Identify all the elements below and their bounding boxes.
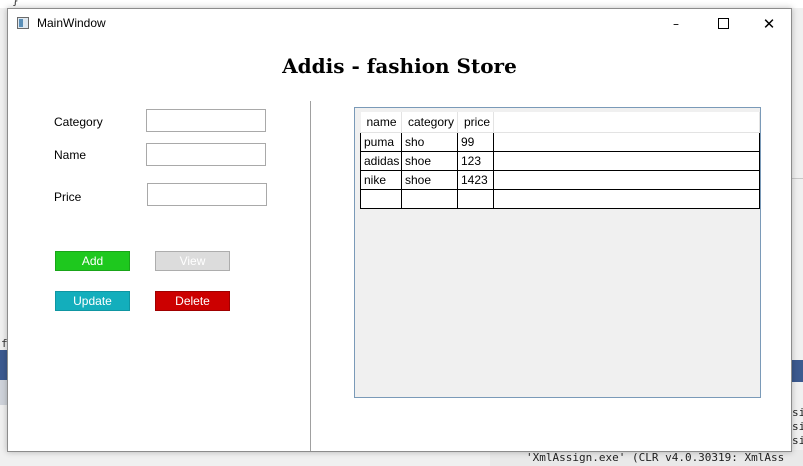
background-right-text: si bbox=[792, 420, 803, 433]
price-label: Price bbox=[54, 190, 82, 204]
table-row[interactable]: nike shoe 1423 bbox=[360, 169, 760, 190]
price-field[interactable] bbox=[147, 183, 267, 206]
minimize-button[interactable]: – bbox=[653, 9, 699, 39]
cell-price[interactable]: 99 bbox=[457, 131, 494, 152]
view-button[interactable]: View bbox=[155, 251, 230, 271]
cell-filler bbox=[493, 188, 760, 209]
cell-filler bbox=[493, 150, 760, 171]
cell-name[interactable] bbox=[360, 188, 402, 209]
cell-category[interactable] bbox=[401, 188, 458, 209]
close-icon: ✕ bbox=[762, 15, 776, 33]
cell-category[interactable]: sho bbox=[401, 131, 458, 152]
cell-category[interactable]: shoe bbox=[401, 150, 458, 171]
table-row[interactable]: adidas shoe 123 bbox=[360, 150, 760, 171]
cell-price[interactable]: 123 bbox=[457, 150, 494, 171]
output-text: 'XmlAssign.exe' (CLR v4.0.30319: XmlAss bbox=[526, 451, 785, 464]
name-label: Name bbox=[54, 148, 87, 162]
panel-divider bbox=[310, 101, 311, 451]
cell-name[interactable]: adidas bbox=[360, 150, 402, 171]
cell-name[interactable]: puma bbox=[360, 131, 402, 152]
cell-filler bbox=[493, 169, 760, 190]
title-bar[interactable]: MainWindow – ✕ bbox=[8, 9, 791, 39]
maximize-icon bbox=[717, 18, 729, 29]
column-header-name[interactable]: name bbox=[360, 112, 402, 133]
table-new-row[interactable] bbox=[360, 188, 760, 209]
delete-button[interactable]: Delete bbox=[155, 291, 230, 311]
cell-price[interactable] bbox=[457, 188, 494, 209]
background-right-text: si bbox=[792, 406, 803, 419]
window-title: MainWindow bbox=[37, 16, 106, 30]
background-output-line: 'XmlAssign.exe' (CLR v4.0.30319: XmlAss bbox=[490, 450, 803, 466]
column-header-filler bbox=[493, 112, 760, 133]
products-table: name category price puma sho 99 adidas s… bbox=[360, 112, 760, 209]
category-label: Category bbox=[54, 115, 103, 129]
close-button[interactable]: ✕ bbox=[746, 9, 792, 39]
app-icon bbox=[17, 17, 29, 29]
add-button[interactable]: Add bbox=[55, 251, 130, 271]
main-window: MainWindow – ✕ Addis - fashion Store Cat… bbox=[7, 8, 792, 452]
minimize-icon: – bbox=[673, 17, 679, 31]
background-editor-strip bbox=[0, 0, 803, 8]
background-right-text: si bbox=[792, 434, 803, 447]
name-field[interactable] bbox=[146, 143, 266, 166]
page-title: Addis - fashion Store bbox=[282, 54, 517, 78]
cell-price[interactable]: 1423 bbox=[457, 169, 494, 190]
category-field[interactable] bbox=[146, 109, 266, 132]
update-button[interactable]: Update bbox=[55, 291, 130, 311]
products-data-grid[interactable]: name category price puma sho 99 adidas s… bbox=[354, 107, 761, 398]
cell-filler bbox=[493, 131, 760, 152]
column-header-price[interactable]: price bbox=[457, 112, 494, 133]
column-header-category[interactable]: category bbox=[401, 112, 458, 133]
cell-name[interactable]: nike bbox=[360, 169, 402, 190]
background-brace: } bbox=[12, 0, 19, 7]
table-row[interactable]: puma sho 99 bbox=[360, 131, 760, 152]
maximize-button[interactable] bbox=[700, 9, 746, 39]
cell-category[interactable]: shoe bbox=[401, 169, 458, 190]
table-header-row: name category price bbox=[360, 112, 760, 133]
